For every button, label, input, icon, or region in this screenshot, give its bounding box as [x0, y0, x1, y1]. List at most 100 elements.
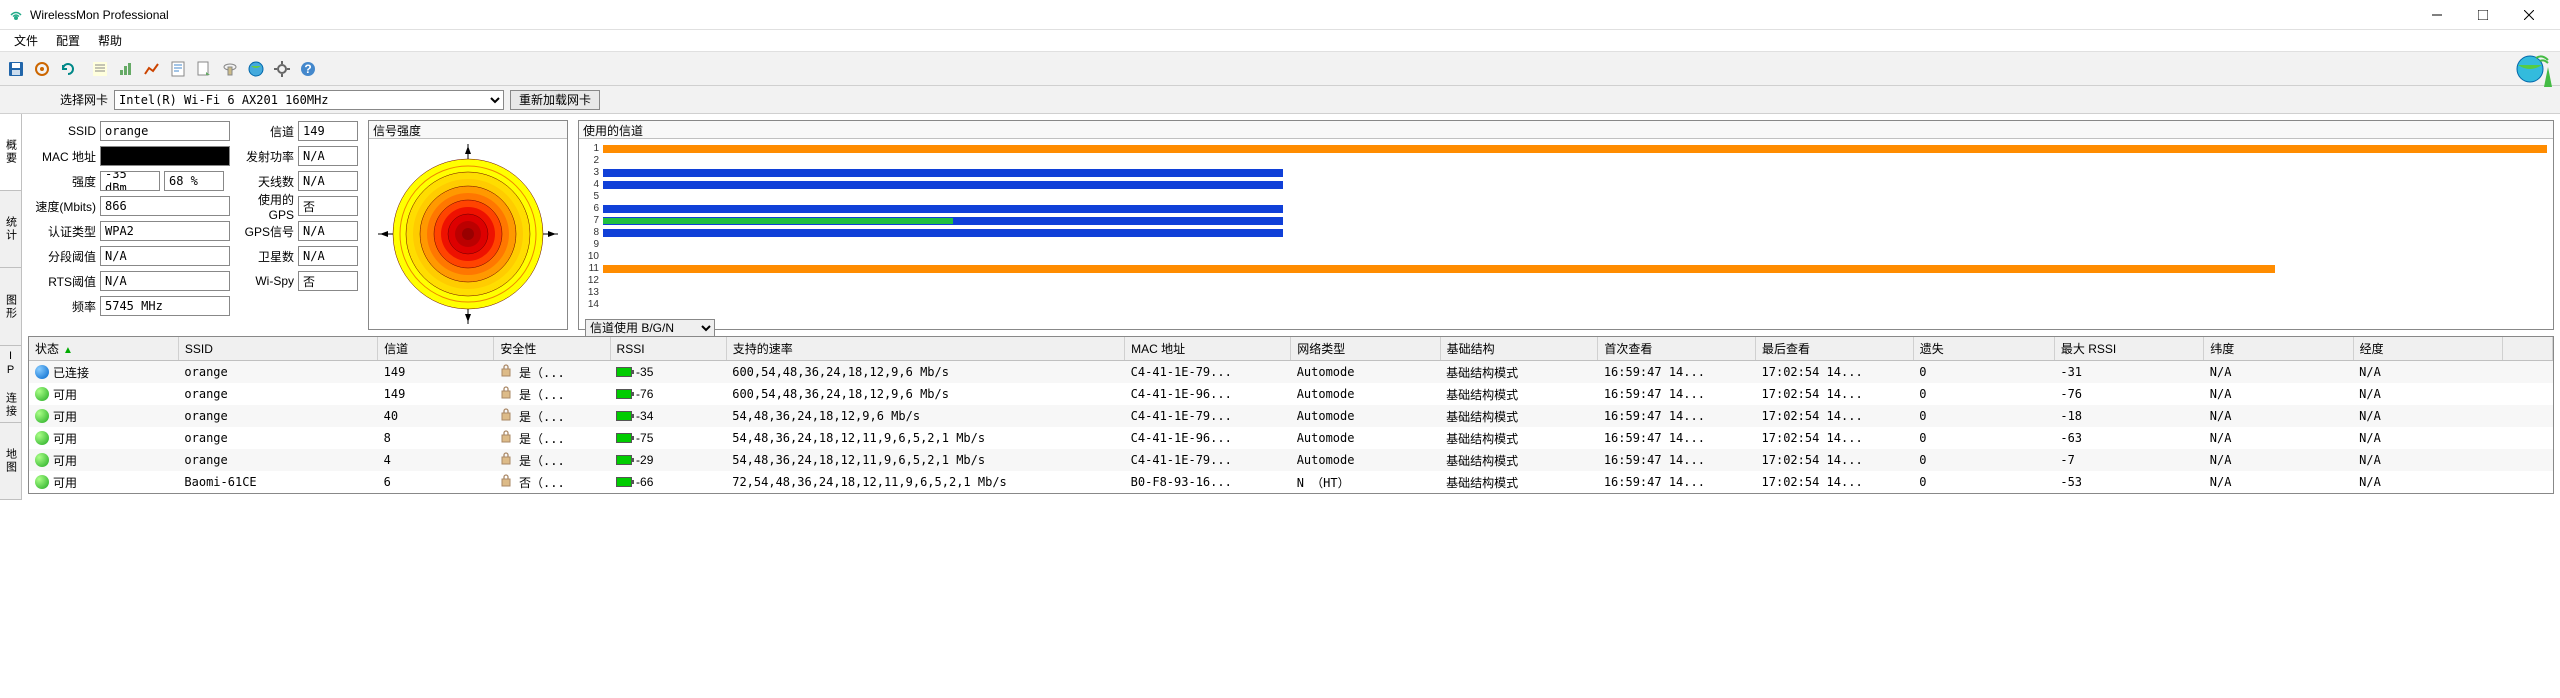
network-list[interactable]: 状态▲SSID信道安全性RSSI支持的速率MAC 地址网络类型基础结构首次查看最…: [28, 336, 2554, 494]
col-infra[interactable]: 基础结构: [1440, 337, 1598, 361]
cell-security: 是（...: [494, 383, 610, 405]
cell-lon: N/A: [2353, 471, 2502, 493]
col-channel[interactable]: 信道: [378, 337, 494, 361]
channel-bar-track: [603, 145, 2547, 153]
vtab-graph[interactable]: 图形: [0, 268, 21, 345]
svg-text:?: ?: [304, 62, 311, 76]
col-mac[interactable]: MAC 地址: [1125, 337, 1291, 361]
channel-number: 10: [585, 251, 599, 262]
log-icon[interactable]: [166, 57, 190, 81]
cell-rssi: -66: [610, 471, 726, 493]
map-icon[interactable]: [244, 57, 268, 81]
col-status[interactable]: 状态▲: [29, 337, 178, 361]
channel-mode-select[interactable]: 信道使用 B/G/N: [585, 319, 715, 337]
cell-lost: 0: [1913, 405, 2054, 427]
cell-ssid: orange: [178, 383, 377, 405]
channel-row: 1: [585, 143, 2547, 154]
adapter-select[interactable]: Intel(R) Wi-Fi 6 AX201 160MHz: [114, 90, 504, 110]
channel-row: 4: [585, 179, 2547, 190]
col-nettype[interactable]: 网络类型: [1291, 337, 1440, 361]
col-first[interactable]: 首次查看: [1598, 337, 1756, 361]
channel-row: 11: [585, 263, 2547, 274]
col-lost[interactable]: 遗失: [1913, 337, 2054, 361]
menu-file[interactable]: 文件: [6, 30, 46, 51]
signal-panel: 信号强度: [368, 120, 568, 330]
channel-row: 9: [585, 239, 2547, 250]
channel-bar: [603, 265, 2275, 273]
col-lon[interactable]: 经度: [2353, 337, 2502, 361]
window-title: WirelessMon Professional: [30, 8, 2414, 22]
status-text: 可用: [53, 430, 77, 447]
channel-number: 1: [585, 143, 599, 154]
cell-last: 17:02:54 14...: [1756, 361, 1914, 384]
gps-icon[interactable]: [218, 57, 242, 81]
cell-nettype: N （HT）: [1291, 471, 1440, 493]
stats-tab-icon[interactable]: [114, 57, 138, 81]
cell-first: 16:59:47 14...: [1598, 405, 1756, 427]
cell-first: 16:59:47 14...: [1598, 471, 1756, 493]
col-security[interactable]: 安全性: [494, 337, 610, 361]
col-rssi[interactable]: RSSI: [610, 337, 726, 361]
vtab-conn[interactable]: IP 连接: [0, 346, 21, 423]
vtab-map[interactable]: 地图: [0, 423, 21, 500]
channel-row: 7: [585, 215, 2547, 226]
maximize-button[interactable]: [2460, 0, 2506, 30]
cell-rates: 600,54,48,36,24,18,12,9,6 Mb/s: [726, 361, 1124, 384]
col-extra[interactable]: [2503, 337, 2553, 361]
col-last[interactable]: 最后查看: [1756, 337, 1914, 361]
table-row[interactable]: 可用orange8 是（...-7554,48,36,24,18,12,11,9…: [29, 427, 2553, 449]
table-row[interactable]: 已连接orange149 是（...-35600,54,48,36,24,18,…: [29, 361, 2553, 384]
channel-bar-track: [603, 229, 2547, 237]
channel-number: 13: [585, 287, 599, 298]
channel-panel: 使用的信道 1234567891011121314 信道使用 B/G/N: [578, 120, 2554, 330]
wispy-label: Wi-Spy: [234, 274, 294, 288]
help-icon[interactable]: ?: [296, 57, 320, 81]
export-icon[interactable]: [192, 57, 216, 81]
cell-infra: 基础结构模式: [1440, 361, 1598, 384]
cell-channel: 8: [378, 427, 494, 449]
channel-row: 8: [585, 227, 2547, 238]
table-row[interactable]: 可用Baomi-61CE6 否（...-6672,54,48,36,24,18,…: [29, 471, 2553, 493]
close-button[interactable]: [2506, 0, 2552, 30]
summary-tab-icon[interactable]: [88, 57, 112, 81]
status-text: 可用: [53, 408, 77, 425]
vtab-stats[interactable]: 统计: [0, 191, 21, 268]
vtab-summary[interactable]: 概要: [0, 114, 21, 191]
cell-mac: C4-41-1E-79...: [1125, 361, 1291, 384]
connect-icon[interactable]: [30, 57, 54, 81]
gps-value: 否: [298, 196, 358, 216]
menu-config[interactable]: 配置: [48, 30, 88, 51]
channel-row: 12: [585, 275, 2547, 286]
minimize-button[interactable]: [2414, 0, 2460, 30]
col-ssid[interactable]: SSID: [178, 337, 377, 361]
channel-number: 8: [585, 227, 599, 238]
reload-adapter-button[interactable]: 重新加载网卡: [510, 90, 600, 110]
channel-bar-track: [603, 205, 2547, 213]
save-icon[interactable]: [4, 57, 28, 81]
channel-row: 13: [585, 287, 2547, 298]
rts-value: N/A: [100, 271, 230, 291]
mac-label: MAC 地址: [28, 148, 96, 165]
ssid-label: SSID: [28, 124, 96, 138]
table-row[interactable]: 可用orange149 是（...-76600,54,48,36,24,18,1…: [29, 383, 2553, 405]
refresh-icon[interactable]: [56, 57, 80, 81]
cell-last: 17:02:54 14...: [1756, 427, 1914, 449]
col-maxrssi[interactable]: 最大 RSSI: [2054, 337, 2203, 361]
settings-icon[interactable]: [270, 57, 294, 81]
txpower-value: N/A: [298, 146, 358, 166]
table-row[interactable]: 可用orange4 是（...-2954,48,36,24,18,12,11,9…: [29, 449, 2553, 471]
status-ball-icon: [35, 453, 49, 467]
channel-row: 14: [585, 299, 2547, 310]
lock-icon: [500, 454, 512, 468]
channel-bar: [603, 229, 1283, 237]
col-lat[interactable]: 纬度: [2204, 337, 2353, 361]
cell-ssid: orange: [178, 449, 377, 471]
cell-rates: 72,54,48,36,24,18,12,11,9,6,5,2,1 Mb/s: [726, 471, 1124, 493]
table-row[interactable]: 可用orange40 是（...-3454,48,36,24,18,12,9,6…: [29, 405, 2553, 427]
graph-tab-icon[interactable]: [140, 57, 164, 81]
sort-asc-icon: ▲: [63, 345, 73, 356]
col-rates[interactable]: 支持的速率: [726, 337, 1124, 361]
cell-rssi: -75: [610, 427, 726, 449]
cell-rates: 54,48,36,24,18,12,9,6 Mb/s: [726, 405, 1124, 427]
menu-help[interactable]: 帮助: [90, 30, 130, 51]
